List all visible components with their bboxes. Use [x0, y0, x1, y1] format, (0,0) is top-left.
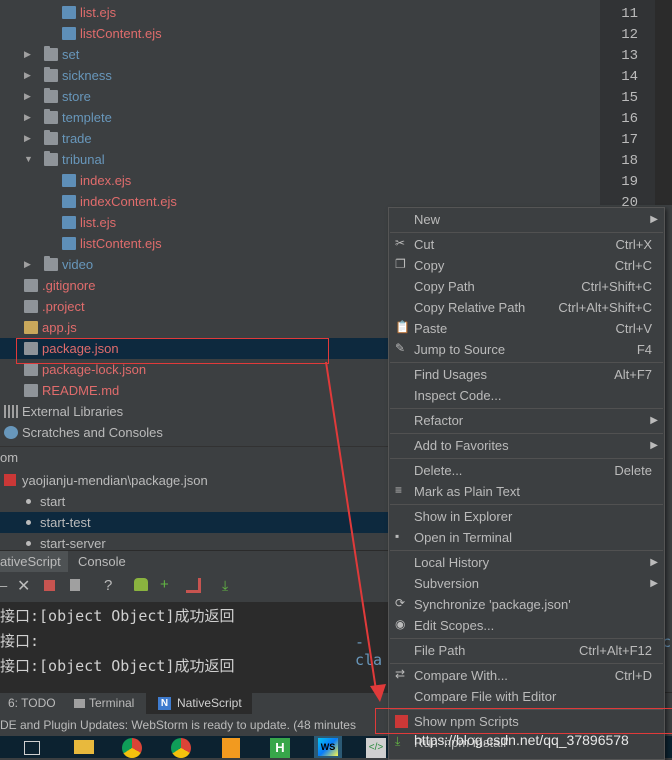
watermark-text: https://blog.csdn.net/qq_37896578 [414, 732, 629, 748]
annotation-arrow-line [325, 361, 377, 691]
annotation-arrow [325, 361, 386, 702]
annotation-arrow-head [370, 684, 386, 702]
